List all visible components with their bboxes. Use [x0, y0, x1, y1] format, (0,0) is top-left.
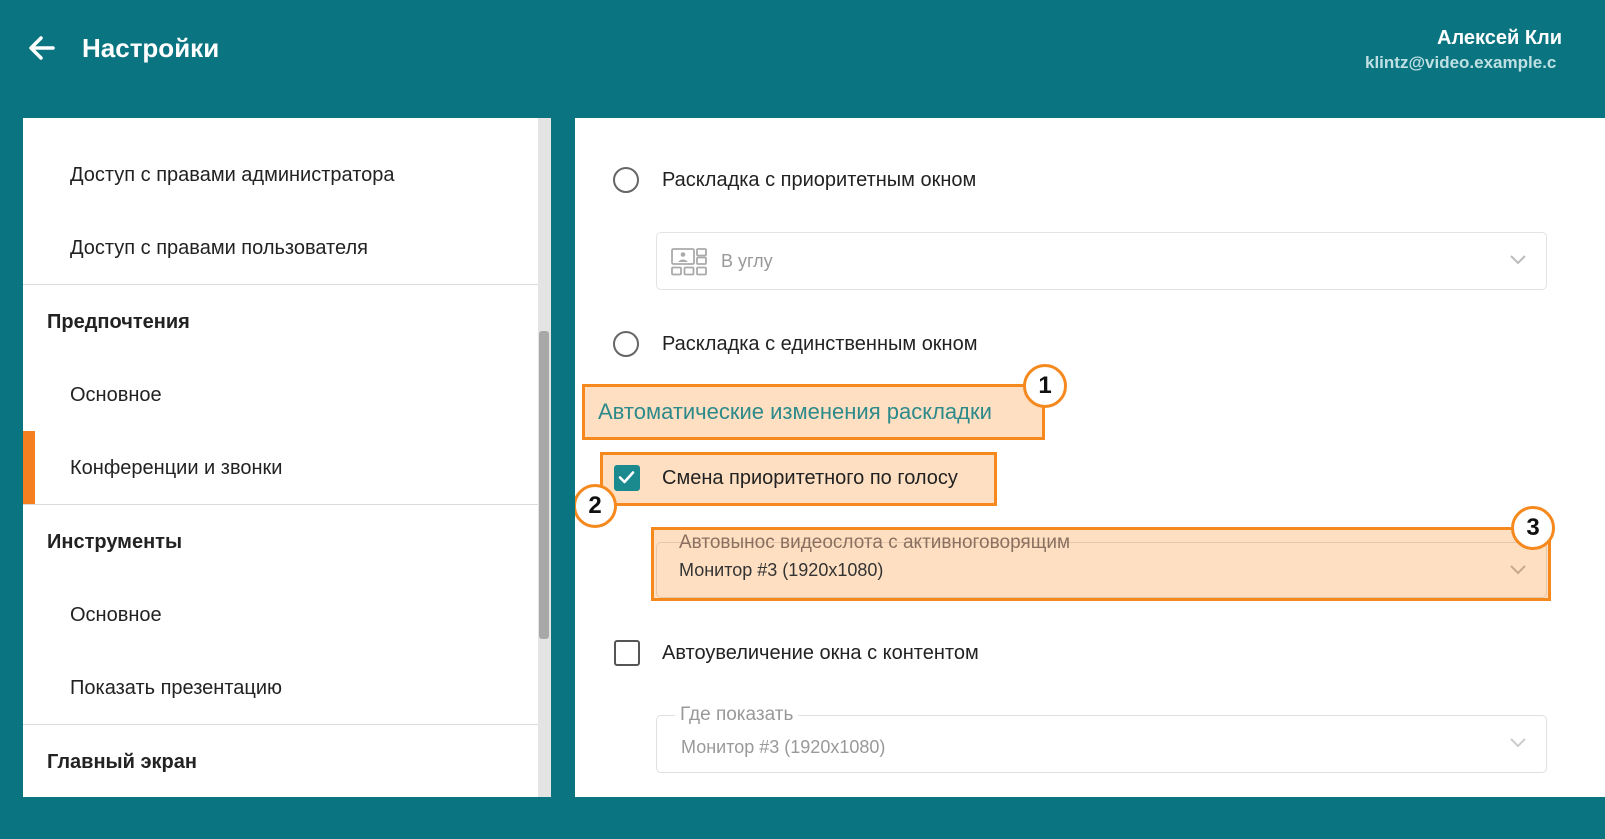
sidebar-divider: [23, 284, 538, 285]
chevron-down-icon: [1510, 255, 1526, 265]
sidebar-section-tools: Инструменты: [47, 531, 183, 553]
checkmark-icon: [618, 471, 635, 484]
chevron-down-icon: [1510, 565, 1526, 575]
annotation-badge-2: 2: [575, 484, 617, 528]
sidebar-section-preferences: Предпочтения: [47, 311, 190, 333]
settings-sidebar: Доступ с правами администратора Доступ с…: [23, 118, 551, 797]
sidebar-item-conferences-calls[interactable]: Конференции и звонки: [70, 455, 282, 481]
where-show-value: Монитор #3 (1920x1080): [681, 737, 886, 757]
where-show-select[interactable]: Где показать Монитор #3 (1920x1080): [656, 703, 1547, 773]
auto-move-select-value: Монитор #3 (1920x1080): [679, 560, 884, 580]
layout-single-radio[interactable]: [613, 331, 639, 357]
annotation-badge-1: 1: [1023, 364, 1067, 408]
layout-priority-label: Раскладка с приоритетным окном: [662, 169, 977, 191]
user-name: Алексей Кли: [1437, 27, 1563, 49]
sidebar-scrollbar-thumb[interactable]: [539, 331, 549, 639]
app-header: Настройки Алексей Кли klintz@video.examp…: [0, 0, 1605, 118]
sidebar-item-tools-general[interactable]: Основное: [70, 602, 162, 628]
chevron-down-icon: [1510, 738, 1526, 748]
auto-layout-heading: Автоматические изменения раскладки: [598, 399, 992, 424]
sidebar-divider: [23, 504, 538, 505]
layout-single-label: Раскладка с единственным окном: [662, 333, 978, 355]
sidebar-item-user-access[interactable]: Доступ с правами пользователя: [70, 235, 368, 261]
back-arrow-icon[interactable]: [26, 32, 58, 64]
priority-position-value: В углу: [721, 251, 773, 271]
page-title: Настройки: [82, 33, 220, 63]
voice-switch-label: Смена приоритетного по голосу: [662, 467, 958, 489]
layout-corner-icon: [671, 248, 707, 276]
sidebar-divider: [23, 724, 538, 725]
sidebar-item-general[interactable]: Основное: [70, 382, 162, 408]
voice-switch-checkbox[interactable]: [614, 465, 640, 491]
user-info[interactable]: Алексей Кли klintz@video.example.c: [1365, 26, 1605, 76]
active-indicator: [23, 431, 35, 504]
auto-move-select-label: Автовынос видеослота с активноговорящим: [679, 532, 1071, 553]
user-email: klintz@video.example.c: [1365, 53, 1557, 72]
sidebar-item-admin-access[interactable]: Доступ с правами администратора: [70, 162, 395, 188]
sidebar-section-main-screen: Главный экран: [47, 751, 197, 773]
where-show-label: Где показать: [675, 703, 799, 727]
sidebar-item-show-presentation[interactable]: Показать презентацию: [70, 675, 282, 701]
auto-zoom-label: Автоувеличение окна с контентом: [662, 642, 979, 664]
layout-priority-radio[interactable]: [613, 167, 639, 193]
settings-content: Раскладка с приоритетным окном В углу Ра…: [575, 118, 1605, 797]
priority-position-select[interactable]: В углу: [656, 232, 1547, 290]
auto-zoom-checkbox[interactable]: [614, 640, 640, 666]
annotation-badge-3: 3: [1511, 506, 1555, 550]
